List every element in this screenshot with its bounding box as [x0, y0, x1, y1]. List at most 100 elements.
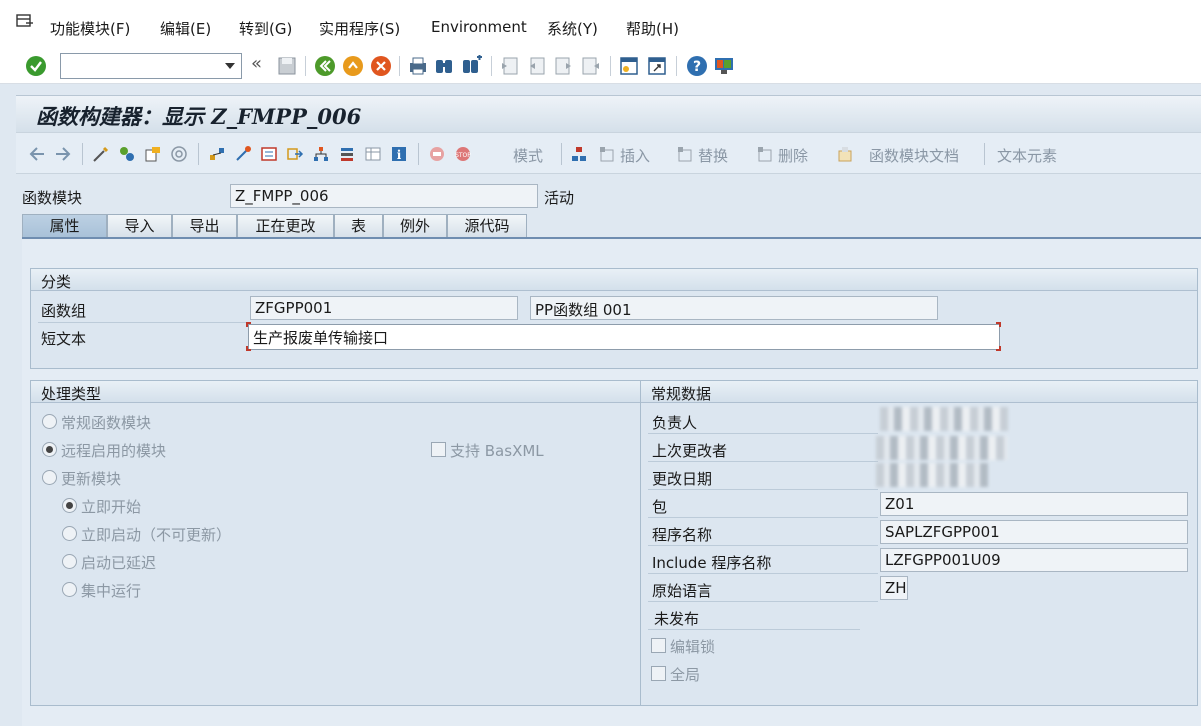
function-group-desc-field: PP函数组 001: [530, 296, 938, 320]
stop-icon[interactable]: STOP: [454, 145, 472, 163]
cancel-icon[interactable]: [370, 55, 392, 77]
include-name-field[interactable]: LZFGPP001U09: [880, 548, 1188, 572]
menu-goto[interactable]: 转到(G): [239, 18, 292, 39]
row-divider: [648, 461, 878, 462]
package-field[interactable]: Z01: [880, 492, 1188, 516]
customize-icon[interactable]: [713, 55, 735, 77]
title-bar: 函数构建器：显示 Z_FMPP_006: [16, 95, 1201, 132]
radio-normal-fm[interactable]: [42, 414, 57, 429]
row-divider: [648, 629, 860, 630]
basxml-checkbox[interactable]: [431, 442, 446, 457]
short-text-input[interactable]: 生产报废单传输接口: [248, 324, 1000, 350]
redacted-changed-on: [876, 463, 988, 487]
mode-button[interactable]: 模式: [513, 145, 543, 166]
command-field[interactable]: [60, 53, 242, 79]
edit-lock-checkbox[interactable]: [651, 638, 666, 653]
tab-attributes[interactable]: 属性: [22, 214, 107, 238]
row-divider: [648, 545, 878, 546]
replace-button[interactable]: 替换: [698, 145, 728, 166]
exit-icon[interactable]: [342, 55, 364, 77]
tab-changing[interactable]: 正在更改: [237, 214, 334, 238]
tab-export[interactable]: 导出: [172, 214, 237, 238]
menu-system[interactable]: 系统(Y): [547, 18, 598, 39]
start-delayed-label: 启动已延迟: [81, 554, 157, 572]
save-icon[interactable]: [276, 55, 298, 77]
new-session-icon[interactable]: [618, 55, 640, 77]
print-icon[interactable]: [407, 55, 429, 77]
svg-text:STOP: STOP: [455, 152, 471, 159]
prev-page-icon[interactable]: [526, 55, 548, 77]
menu-help[interactable]: 帮助(H): [626, 18, 679, 39]
page-title: 函数构建器：显示 Z_FMPP_006: [36, 104, 362, 129]
package-label: 包: [652, 498, 668, 516]
find-icon[interactable]: [433, 55, 455, 77]
enter-icon[interactable]: [25, 55, 47, 77]
radio-remote-enabled[interactable]: [42, 442, 57, 457]
radio-start-delayed[interactable]: [62, 554, 77, 569]
first-page-icon[interactable]: [499, 55, 521, 77]
menu-toggle-icon[interactable]: [16, 14, 34, 30]
back-double-icon[interactable]: «: [251, 53, 262, 74]
activate-icon[interactable]: [170, 145, 188, 163]
tree-icon[interactable]: [570, 145, 588, 163]
function-module-field[interactable]: Z_FMPP_006: [230, 184, 538, 208]
focus-corner: [246, 322, 251, 327]
info-icon[interactable]: i: [390, 145, 408, 163]
delete-button[interactable]: 删除: [778, 145, 808, 166]
forward-arrow-icon[interactable]: [54, 145, 72, 163]
insert-button[interactable]: 插入: [620, 145, 650, 166]
command-input[interactable]: [65, 55, 215, 77]
display-change-icon[interactable]: [92, 145, 110, 163]
row-divider: [648, 517, 878, 518]
tab-exceptions[interactable]: 例外: [383, 214, 447, 238]
find-next-icon[interactable]: [461, 55, 483, 77]
status-text: 活动: [544, 189, 575, 207]
fm-documentation-button[interactable]: 函数模块文档: [869, 145, 959, 166]
check-icon[interactable]: [144, 145, 162, 163]
hierarchy-icon[interactable]: [312, 145, 330, 163]
breakpoint-icon[interactable]: [428, 145, 446, 163]
next-page-icon[interactable]: [553, 55, 575, 77]
back-icon[interactable]: [314, 55, 336, 77]
table-icon[interactable]: [364, 145, 382, 163]
text-elements-button[interactable]: 文本元素: [997, 145, 1057, 166]
classification-title: 分类: [31, 269, 1197, 291]
magic-wand-icon[interactable]: [234, 145, 252, 163]
where-used-icon[interactable]: [208, 145, 226, 163]
delete-icon[interactable]: [756, 145, 774, 163]
global-checkbox[interactable]: [651, 666, 666, 681]
changed-on-label: 更改日期: [652, 470, 713, 488]
radio-collective-run[interactable]: [62, 582, 77, 597]
original-language-field[interactable]: ZH: [880, 576, 908, 600]
row-divider: [38, 322, 248, 323]
radio-start-immediately[interactable]: [62, 498, 77, 513]
tab-source-code[interactable]: 源代码: [447, 214, 527, 238]
program-name-field[interactable]: SAPLZFGPP001: [880, 520, 1188, 544]
other-object-icon[interactable]: [118, 145, 136, 163]
processing-type-title: 处理类型: [31, 381, 640, 403]
documentation-icon[interactable]: [836, 145, 854, 163]
radio-immediate-no-update[interactable]: [62, 526, 77, 541]
row-divider: [648, 573, 878, 574]
pattern-icon[interactable]: [260, 145, 278, 163]
help-icon[interactable]: ?: [686, 55, 708, 77]
normal-fm-label: 常规函数模块: [61, 414, 152, 432]
navigate-icon[interactable]: [286, 145, 304, 163]
replace-icon[interactable]: [676, 145, 694, 163]
focus-corner: [996, 346, 1001, 351]
menu-function-module[interactable]: 功能模块(F): [50, 18, 130, 39]
svg-text:i: i: [397, 148, 402, 162]
dropdown-icon[interactable]: [225, 63, 235, 69]
insert-icon[interactable]: [598, 145, 616, 163]
menu-edit[interactable]: 编辑(E): [160, 18, 211, 39]
stack-icon[interactable]: [338, 145, 356, 163]
tab-tables[interactable]: 表: [334, 214, 383, 238]
last-page-icon[interactable]: [580, 55, 602, 77]
shortcut-icon[interactable]: [646, 55, 668, 77]
menu-utilities[interactable]: 实用程序(S): [319, 18, 400, 39]
menu-environment[interactable]: Environment: [431, 18, 527, 36]
radio-update-module[interactable]: [42, 470, 57, 485]
tab-import[interactable]: 导入: [107, 214, 172, 238]
function-group-field[interactable]: ZFGPP001: [250, 296, 518, 320]
back-arrow-icon[interactable]: [28, 145, 46, 163]
